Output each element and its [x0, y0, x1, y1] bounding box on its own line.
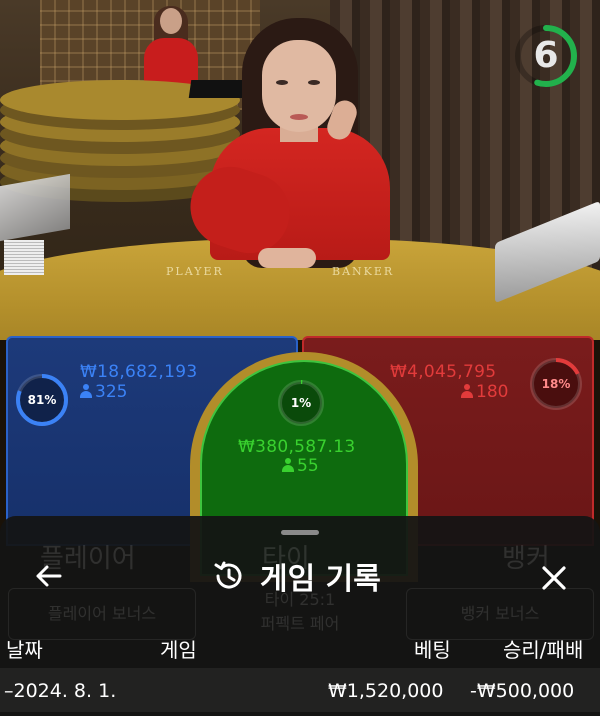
person-icon	[80, 384, 92, 398]
player-bet-amount: ₩18,682,193	[80, 362, 198, 382]
sheet-header: 게임 기록	[212, 554, 381, 598]
timer-seconds: 6	[533, 35, 559, 76]
row-bet: ₩1,520,000	[328, 680, 444, 702]
arrow-left-icon	[36, 565, 62, 587]
dealer	[180, 10, 420, 280]
banker-percent: 18%	[541, 377, 571, 391]
banker-percent-ring: 18%	[528, 356, 584, 412]
person-icon	[282, 458, 294, 472]
table-label-banker: BANKER	[332, 265, 395, 278]
tie-percent-ring: 1%	[276, 378, 326, 428]
game-history-sheet: 플레이어 타이 뱅커 플레이어 보너스 타이 25:1 퍼펙트 페어 뱅커 보너…	[0, 516, 600, 716]
row-result: -₩500,000	[470, 680, 575, 702]
countdown-timer: 6	[512, 22, 580, 90]
history-clock-icon	[214, 561, 242, 589]
table-row[interactable]: –2024. 8. 1. ₩1,520,000 -₩500,000	[0, 668, 600, 712]
person-icon	[461, 384, 473, 398]
player-percent-ring: 81%	[14, 372, 70, 428]
row-date: –2024. 8. 1.	[4, 680, 117, 702]
column-header-date: 날짜	[6, 638, 43, 662]
live-video-feed: PLAYER BANKER	[0, 0, 600, 340]
card-discard-tray	[0, 173, 70, 242]
column-header-game: 게임	[160, 638, 197, 662]
column-header-result: 승리/패배	[503, 638, 584, 662]
tie-percent: 1%	[290, 396, 312, 410]
table-label-player: PLAYER	[166, 265, 224, 278]
column-header-bet: 베팅	[414, 638, 451, 662]
close-button[interactable]	[530, 554, 578, 602]
back-button[interactable]	[26, 554, 70, 598]
card-stack	[4, 240, 44, 275]
banker-bet-amount: ₩4,045,795	[390, 362, 497, 382]
player-percent: 81%	[27, 393, 57, 407]
tie-bet-amount: ₩380,587.13	[238, 437, 356, 457]
close-icon	[542, 566, 566, 590]
banker-bettor-count: 180	[461, 382, 508, 402]
drag-handle[interactable]	[281, 530, 319, 535]
ghost-perfect-pair: 퍼펙트 페어	[260, 614, 340, 633]
tie-bettor-count: 55	[282, 456, 319, 476]
player-bettor-count: 325	[80, 382, 127, 402]
sheet-title: 게임 기록	[260, 562, 381, 597]
